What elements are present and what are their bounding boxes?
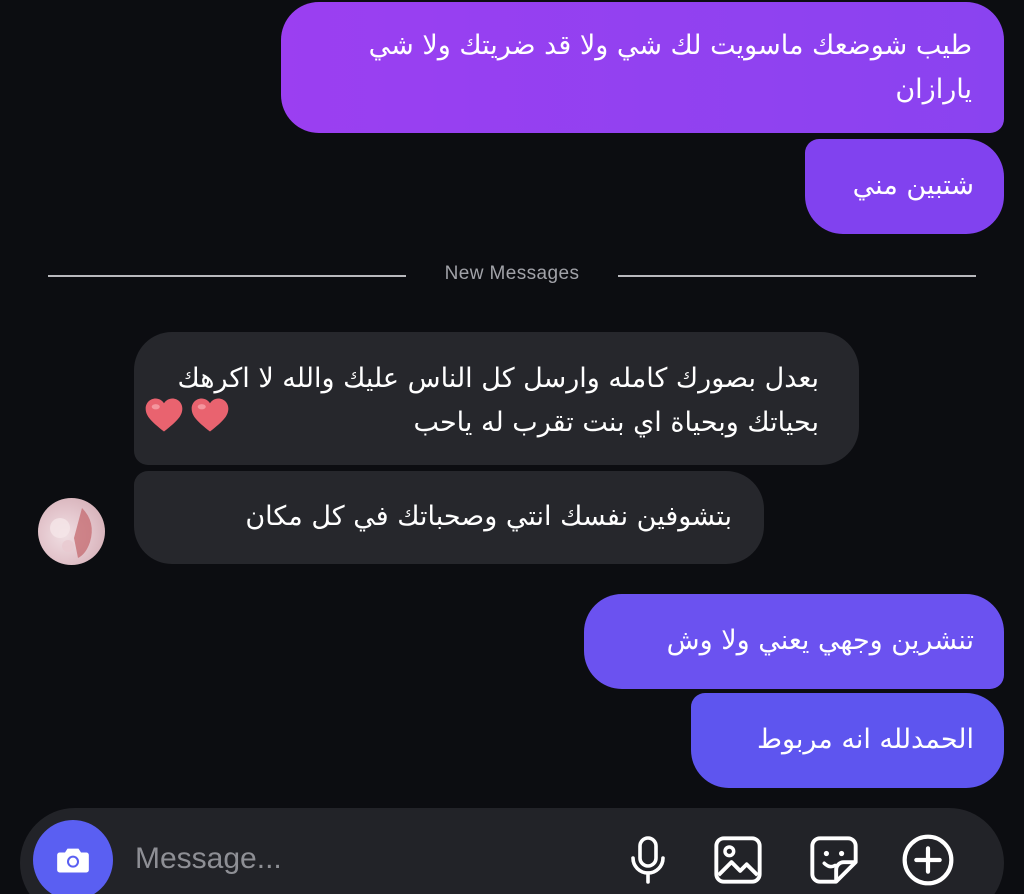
received-message-bubble[interactable]: بعدل بصورك كامله وارسل كل الناس عليك وال…	[134, 332, 859, 465]
message-text: طيب شوضعك ماسويت لك شي ولا قد ضريتك ولا …	[368, 30, 972, 105]
avatar[interactable]	[38, 498, 105, 565]
microphone-button[interactable]	[618, 830, 678, 890]
message-text: تنشرين وجهي يعني ولا وش	[666, 625, 974, 656]
camera-icon	[57, 848, 89, 873]
sent-message-bubble[interactable]: تنشرين وجهي يعني ولا وش	[584, 594, 1004, 689]
plus-circle-icon	[902, 834, 954, 886]
avatar-image	[50, 508, 92, 558]
gallery-button[interactable]	[708, 830, 768, 890]
message-input[interactable]	[135, 835, 595, 883]
divider-line-left	[48, 275, 406, 277]
sticker-icon	[810, 836, 858, 884]
message-text: بتشوفين نفسك انتي وصحباتك في كل مكان	[245, 501, 732, 532]
heart-sticker-icon	[145, 398, 183, 432]
sent-message-bubble[interactable]: شتبين مني	[805, 139, 1004, 234]
microphone-icon	[631, 836, 665, 884]
more-options-button[interactable]	[898, 830, 958, 890]
heart-sticker-icon	[191, 398, 229, 432]
divider-line-right	[618, 275, 976, 277]
sent-message-bubble[interactable]: طيب شوضعك ماسويت لك شي ولا قد ضريتك ولا …	[281, 2, 1004, 133]
image-icon	[714, 836, 762, 884]
message-text: بعدل بصورك كامله وارسل كل الناس عليك وال…	[177, 363, 820, 438]
message-text: الحمدلله انه مربوط	[756, 724, 974, 755]
chat-screen: طيب شوضعك ماسويت لك شي ولا قد ضريتك ولا …	[0, 0, 1024, 894]
sent-message-bubble[interactable]: الحمدلله انه مربوط	[691, 693, 1004, 788]
new-messages-divider-label: New Messages	[444, 263, 580, 284]
received-message-bubble[interactable]: بتشوفين نفسك انتي وصحباتك في كل مكان	[134, 471, 764, 564]
sticker-button[interactable]	[804, 830, 864, 890]
camera-button[interactable]	[33, 820, 113, 894]
message-text: شتبين مني	[852, 170, 974, 201]
